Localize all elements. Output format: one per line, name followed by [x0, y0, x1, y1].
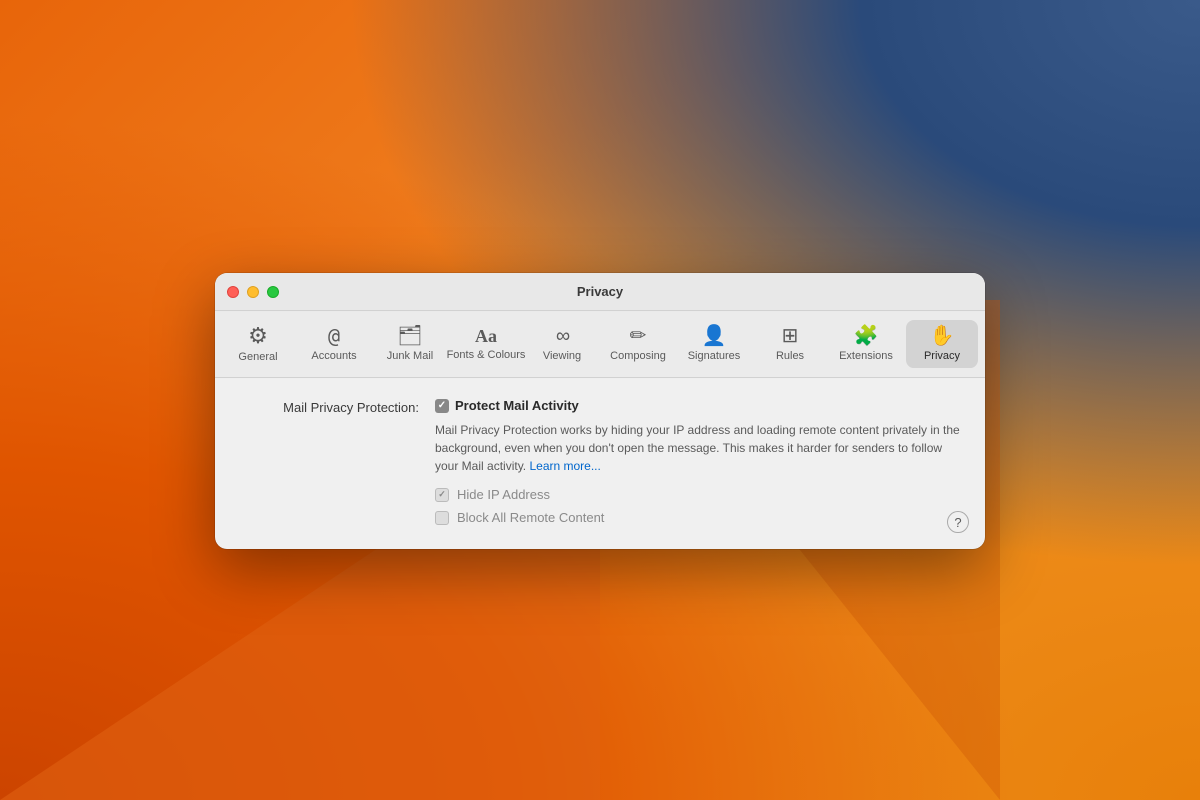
tab-fonts-colours[interactable]: Aa Fonts & Colours — [450, 321, 522, 367]
accounts-icon: @ — [328, 326, 340, 346]
tab-composing[interactable]: ✏ Composing — [602, 320, 674, 368]
tab-accounts[interactable]: @ Accounts — [298, 320, 370, 368]
maximize-button[interactable] — [267, 286, 279, 298]
tab-privacy-label: Privacy — [924, 350, 960, 362]
tab-viewing-label: Viewing — [543, 350, 581, 362]
mail-preferences-window: Privacy ⚙ General @ Accounts 🗂 Junk Mail… — [215, 273, 985, 549]
signatures-icon: 👤 — [702, 326, 727, 346]
general-icon: ⚙ — [248, 325, 268, 347]
tab-composing-label: Composing — [610, 350, 666, 362]
tab-general[interactable]: ⚙ General — [222, 319, 294, 369]
block-remote-checkbox[interactable] — [435, 511, 449, 525]
rules-icon: ⊞ — [782, 326, 799, 346]
tab-fonts-colours-label: Fonts & Colours — [447, 349, 526, 361]
block-remote-label: Block All Remote Content — [457, 510, 604, 525]
window-title: Privacy — [577, 284, 623, 299]
help-button[interactable]: ? — [947, 511, 969, 533]
content-wrapper: Mail Privacy Protection: Protect Mail Ac… — [215, 378, 985, 549]
tab-viewing[interactable]: ∞ Viewing — [526, 320, 598, 368]
tab-junk-mail[interactable]: 🗂 Junk Mail — [374, 320, 446, 368]
mail-privacy-row: Mail Privacy Protection: Protect Mail Ac… — [239, 398, 961, 525]
traffic-lights — [227, 286, 279, 298]
composing-icon: ✏ — [630, 326, 647, 346]
viewing-icon: ∞ — [556, 326, 568, 346]
tab-general-label: General — [238, 351, 277, 363]
content-area: Mail Privacy Protection: Protect Mail Ac… — [215, 378, 985, 549]
description-text: Mail Privacy Protection works by hiding … — [435, 421, 961, 475]
setting-content: Protect Mail Activity Mail Privacy Prote… — [435, 398, 961, 525]
toolbar: ⚙ General @ Accounts 🗂 Junk Mail Aa Font… — [215, 311, 985, 378]
learn-more-link[interactable]: Learn more... — [529, 459, 600, 473]
junk-mail-icon: 🗂 — [397, 326, 422, 346]
hide-ip-label: Hide IP Address — [457, 487, 550, 502]
extensions-icon: 🧩 — [854, 326, 879, 346]
minimize-button[interactable] — [247, 286, 259, 298]
tab-accounts-label: Accounts — [311, 350, 356, 362]
fonts-icon: Aa — [475, 327, 497, 345]
tab-junk-mail-label: Junk Mail — [387, 350, 433, 362]
tab-privacy[interactable]: ✋ Privacy — [906, 320, 978, 368]
hide-ip-option: Hide IP Address — [435, 487, 961, 502]
hide-ip-checkbox[interactable] — [435, 488, 449, 502]
tab-rules-label: Rules — [776, 350, 804, 362]
close-button[interactable] — [227, 286, 239, 298]
titlebar: Privacy — [215, 273, 985, 311]
sub-options: Hide IP Address Block All Remote Content — [435, 487, 961, 525]
protect-mail-row: Protect Mail Activity — [435, 398, 961, 413]
section-label: Mail Privacy Protection: — [239, 398, 419, 415]
window-container: Privacy ⚙ General @ Accounts 🗂 Junk Mail… — [215, 273, 985, 549]
tab-rules[interactable]: ⊞ Rules — [754, 320, 826, 368]
tab-signatures[interactable]: 👤 Signatures — [678, 320, 750, 368]
tab-extensions[interactable]: 🧩 Extensions — [830, 320, 902, 368]
tab-signatures-label: Signatures — [688, 350, 741, 362]
protect-mail-label: Protect Mail Activity — [455, 398, 579, 413]
tab-extensions-label: Extensions — [839, 350, 893, 362]
protect-mail-checkbox[interactable] — [435, 399, 449, 413]
block-remote-option: Block All Remote Content — [435, 510, 961, 525]
privacy-icon: ✋ — [930, 326, 955, 346]
